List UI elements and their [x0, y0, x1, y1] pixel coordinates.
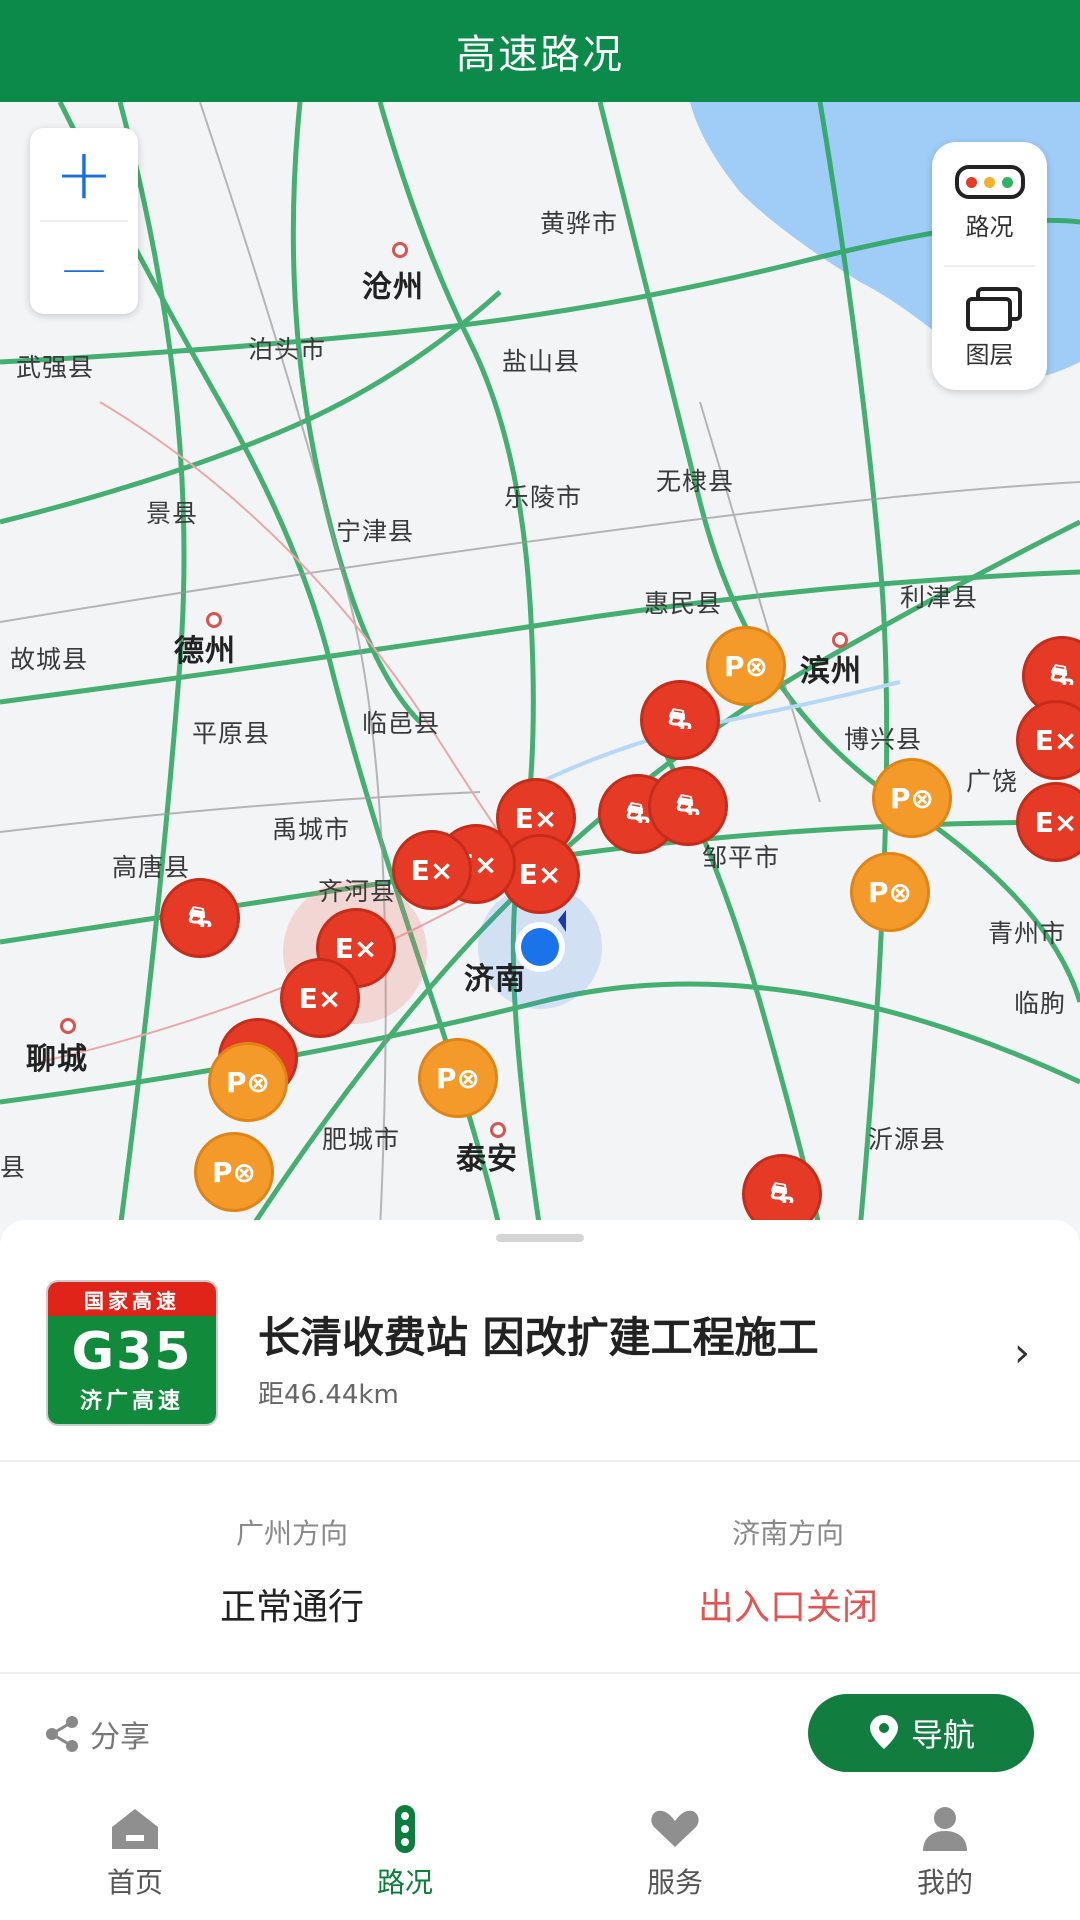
place-label: 盐山县 — [502, 347, 581, 376]
place-label: 惠民县 — [644, 589, 723, 618]
place-label: 泰安 — [456, 1142, 518, 1177]
home-icon — [112, 1809, 158, 1849]
tab-home[interactable]: 首页 — [0, 1786, 270, 1920]
place-label: 齐河县 — [318, 877, 397, 906]
city-dot — [832, 632, 848, 648]
place-label: 济南 — [464, 962, 526, 997]
city-dot — [206, 612, 222, 628]
place-label: 高唐县 — [112, 853, 191, 882]
direction-label: 广州方向 — [235, 1517, 348, 1550]
share-label: 分享 — [90, 1720, 150, 1755]
share-icon — [46, 1716, 78, 1752]
divider — [0, 1672, 1080, 1674]
layers-label: 图层 — [965, 341, 1014, 369]
layers-button[interactable]: 图层 — [932, 267, 1047, 390]
place-label: 邹平市 — [702, 843, 781, 872]
parking-closed-marker[interactable]: P⊗ — [872, 758, 952, 838]
tab-label: 路况 — [376, 1866, 433, 1899]
highway-shield: 国家高速 G35 济广高速 — [46, 1280, 218, 1426]
chevron-right-icon[interactable]: › — [1014, 1330, 1030, 1376]
place-label: 泊头市 — [248, 335, 327, 364]
tab-traffic[interactable]: 路况 — [270, 1786, 540, 1920]
closure-marker[interactable]: ⛐ — [742, 1154, 822, 1230]
shield-category: 国家高速 — [48, 1282, 216, 1316]
place-label: 景县 — [146, 499, 199, 528]
place-label: 武强县 — [16, 353, 95, 382]
city-dot — [490, 1122, 506, 1138]
place-label: 临邑县 — [362, 709, 441, 738]
app-header: 高速路况 — [0, 0, 1080, 102]
closure-marker[interactable]: ⛐ — [160, 878, 240, 958]
place-label: 平原县 — [192, 719, 271, 748]
exit-closed-marker[interactable]: E× — [392, 830, 472, 910]
layers-icon — [964, 287, 1022, 331]
place-label: 德州 — [174, 634, 236, 669]
tab-label: 服务 — [646, 1866, 703, 1899]
heart-hand-icon — [651, 1810, 699, 1847]
traffic-toggle-button[interactable]: 路况 — [932, 142, 1047, 265]
navigate-button[interactable]: 导航 — [808, 1694, 1034, 1772]
zoom-control: + — — [30, 128, 138, 314]
page-title: 高速路况 — [456, 32, 624, 78]
shield-name: 济广高速 — [79, 1389, 184, 1414]
place-label: 宁津县 — [336, 517, 415, 546]
place-label: 聊城 — [26, 1042, 88, 1077]
bottom-tab-bar: 首页 路况 服务 我的 — [0, 1786, 1080, 1920]
traffic-toggle-label: 路况 — [965, 213, 1014, 241]
place-label: 青州市 — [988, 919, 1067, 948]
closure-marker[interactable]: ⛐ — [648, 766, 728, 846]
incident-title[interactable]: 长清收费站 因改扩建工程施工 — [258, 1304, 819, 1365]
parking-closed-marker[interactable]: P⊗ — [194, 1132, 274, 1212]
divider — [0, 1460, 1080, 1462]
exit-closed-marker[interactable]: E× — [280, 958, 360, 1038]
place-label: 利津县 — [900, 583, 979, 612]
place-label: 县 — [0, 1153, 27, 1182]
tab-service[interactable]: 服务 — [540, 1786, 810, 1920]
incident-distance: 距46.44km — [258, 1380, 399, 1410]
place-label: 无棣县 — [656, 467, 735, 496]
drag-handle[interactable] — [496, 1234, 584, 1242]
place-label: 临朐 — [1014, 989, 1067, 1018]
city-dot — [392, 242, 408, 258]
parking-closed-marker[interactable]: P⊗ — [706, 626, 786, 706]
direction-guangzhou: 广州方向 正常通行 — [22, 1512, 562, 1630]
map-view[interactable]: 武强县 沧州 黄骅市 泊头市 盐山县 景县 宁津县 乐陵市 无棣县 惠民县 利津… — [0, 102, 1080, 1230]
location-pin-icon — [869, 1715, 898, 1749]
parking-closed-marker[interactable]: P⊗ — [850, 852, 930, 932]
user-icon — [923, 1807, 967, 1851]
place-label: 博兴县 — [844, 725, 923, 754]
place-label: 肥城市 — [322, 1125, 401, 1154]
direction-label: 济南方向 — [731, 1517, 844, 1550]
place-label: 沧州 — [362, 270, 424, 305]
traffic-light-icon — [954, 165, 1025, 199]
direction-jinan: 济南方向 出入口关闭 — [518, 1512, 1058, 1630]
traffic-light-icon — [395, 1805, 415, 1853]
direction-status: 出入口关闭 — [697, 1587, 878, 1628]
road-network — [0, 102, 1080, 1230]
place-label: 禹城市 — [272, 815, 351, 844]
navigate-label: 导航 — [910, 1716, 975, 1754]
place-label: 沂源县 — [868, 1125, 947, 1154]
city-dot — [60, 1018, 76, 1034]
shield-code: G35 — [71, 1322, 193, 1382]
direction-status: 正常通行 — [219, 1587, 364, 1628]
zoom-out-button[interactable]: — — [30, 222, 138, 314]
place-label: 故城县 — [10, 645, 89, 674]
place-label: 黄骅市 — [540, 209, 619, 238]
tab-mine[interactable]: 我的 — [810, 1786, 1080, 1920]
place-label: 滨州 — [800, 654, 862, 689]
tab-label: 我的 — [916, 1866, 973, 1899]
tab-label: 首页 — [106, 1866, 163, 1899]
map-tools-panel: 路况 图层 — [932, 142, 1047, 390]
place-label: 广饶 — [966, 767, 1019, 796]
parking-closed-marker[interactable]: P⊗ — [418, 1038, 498, 1118]
zoom-in-button[interactable]: + — [30, 128, 138, 220]
place-label: 乐陵市 — [504, 483, 583, 512]
share-button[interactable]: 分享 — [42, 1712, 150, 1756]
parking-closed-marker[interactable]: P⊗ — [208, 1042, 288, 1122]
closure-marker[interactable]: ⛐ — [640, 680, 720, 760]
